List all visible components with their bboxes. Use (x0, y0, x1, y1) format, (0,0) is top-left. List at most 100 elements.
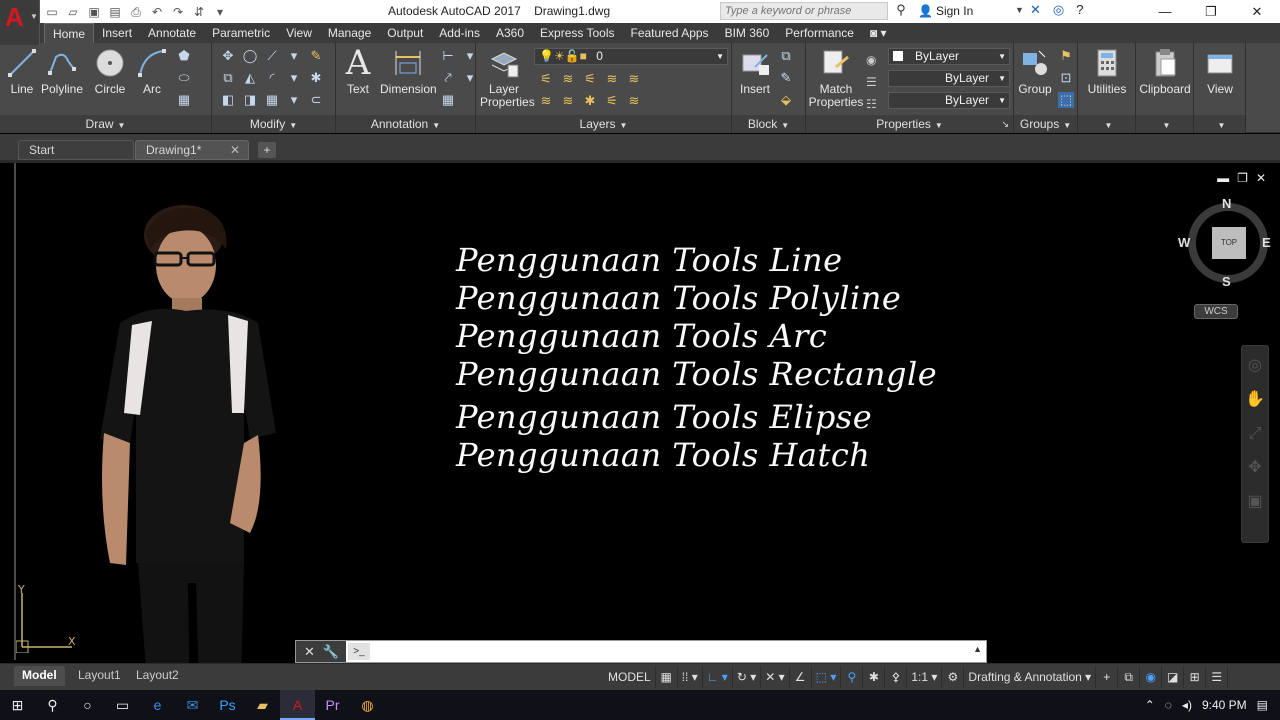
tab-annotate[interactable]: Annotate (140, 23, 204, 43)
utilities-button[interactable]: Utilities (1080, 47, 1134, 96)
tab-home[interactable]: Home (44, 23, 95, 43)
polar-icon[interactable]: ↻ ▾ (733, 666, 762, 688)
wrench-icon[interactable]: 🔧 (323, 644, 339, 660)
trim-icon[interactable]: ⟋ (264, 48, 280, 64)
volume-icon[interactable]: ◂) (1182, 698, 1192, 712)
dropdown-icon[interactable]: ▾ (286, 92, 302, 108)
ribbon-options-icon[interactable]: ◙ ▾ (862, 23, 895, 43)
minimize-icon[interactable]: ▬ (1217, 171, 1229, 185)
osnap-icon[interactable]: ✕ ▾ (761, 666, 790, 688)
match-properties-button[interactable]: Match Properties (808, 47, 864, 109)
sign-in-button[interactable]: 👤 Sign In (918, 4, 973, 18)
layer-tool-icon[interactable]: ✱ (582, 93, 598, 109)
file-tab-drawing[interactable]: Drawing1* ✕ (135, 140, 249, 160)
ungroup-icon[interactable]: ⚑ (1058, 48, 1074, 64)
tab-add-ins[interactable]: Add-ins (431, 23, 488, 43)
cortana-icon[interactable]: ○ (70, 690, 105, 720)
group-edit-icon[interactable]: ⊡ (1058, 70, 1074, 86)
array-icon[interactable]: ▦ (264, 92, 280, 108)
units-icon[interactable]: ⧉ (1118, 666, 1141, 688)
close-icon[interactable]: ✕ (1256, 171, 1266, 185)
table-icon[interactable]: ▦ (440, 92, 456, 108)
dropdown-icon[interactable]: ▾ (286, 70, 302, 86)
tab-view[interactable]: View (278, 23, 320, 43)
customize-dropdown-icon[interactable]: ▾ (212, 4, 228, 20)
table-icon[interactable]: ▦ (176, 92, 192, 108)
panel-title-clipboard[interactable]: ▼ (1136, 115, 1193, 133)
clock[interactable]: 9:40 PM (1202, 698, 1247, 712)
color-dropdown[interactable]: ByLayer ▼ (888, 48, 1010, 65)
tab-parametric[interactable]: Parametric (204, 23, 278, 43)
panel-title-view[interactable]: ▼ (1194, 115, 1245, 133)
line-button[interactable]: Line (6, 47, 38, 96)
isolate-objects-icon[interactable]: ◉ (1140, 666, 1163, 688)
drawing-text-line[interactable]: Penggunaan Tools Elipse (456, 398, 937, 436)
dropdown-icon[interactable]: ▾ (286, 48, 302, 64)
tab-bim-360[interactable]: BIM 360 (717, 23, 778, 43)
panel-title-annotation[interactable]: Annotation ▼ (336, 115, 475, 133)
layer-tool-icon[interactable]: ≋ (626, 71, 642, 87)
panel-title-properties[interactable]: Properties ▼ ↘ (806, 115, 1013, 133)
file-tab-start[interactable]: Start (18, 140, 134, 160)
group-select-icon[interactable]: ⬚ (1058, 92, 1074, 108)
binoculars-icon[interactable]: ⚲ (892, 2, 910, 20)
layer-tool-icon[interactable]: ⚟ (538, 71, 554, 87)
panel-title-groups[interactable]: Groups ▼ (1014, 115, 1077, 133)
task-view-icon[interactable]: ▭ (105, 690, 140, 720)
close-icon[interactable]: ✕ (230, 141, 240, 159)
annotation-scale-icon[interactable]: ✱ (863, 666, 886, 688)
redo-icon[interactable]: ↷ (170, 4, 186, 20)
offset-icon[interactable]: ⊂ (308, 92, 324, 108)
group-button[interactable]: Group (1016, 47, 1054, 96)
viewcube[interactable]: TOP N S E W (1176, 193, 1276, 293)
tab-layout2[interactable]: Layout2 (128, 666, 187, 686)
snap-icon[interactable]: ⁞⁞ ▾ (678, 666, 703, 688)
new-icon[interactable]: ▭ (44, 4, 60, 20)
photoshop-icon[interactable]: Ps (210, 690, 245, 720)
chrome-icon[interactable]: ◍ (350, 690, 385, 720)
panel-title-modify[interactable]: Modify ▼ (212, 115, 335, 133)
tab-express-tools[interactable]: Express Tools (532, 23, 622, 43)
autocad-taskbar-icon[interactable]: A (280, 690, 315, 720)
ortho-icon[interactable]: ∟ ▾ (703, 666, 733, 688)
help-icon[interactable]: ? (1076, 2, 1083, 18)
attribute-icon[interactable]: ⬙ (778, 92, 794, 108)
autodesk-360-icon[interactable]: ◎ (1053, 2, 1064, 18)
save-icon[interactable]: ▣ (86, 4, 102, 20)
grid-icon[interactable]: ▦ (656, 666, 678, 688)
model-space-toggle[interactable]: MODEL (604, 666, 656, 688)
customization-icon[interactable]: ☰ (1206, 666, 1229, 688)
open-icon[interactable]: ▱ (65, 4, 81, 20)
annotation-scale-dropdown[interactable]: 1:1 ▾ (907, 666, 943, 688)
layer-tool-icon[interactable]: ⚟ (604, 93, 620, 109)
clean-screen-icon[interactable]: ⊞ (1184, 666, 1207, 688)
premiere-icon[interactable]: Pr (315, 690, 350, 720)
drawing-text-line[interactable]: Penggunaan Tools Polyline (456, 279, 937, 317)
rectangle-icon[interactable]: ⬟ (176, 48, 192, 64)
move-icon[interactable]: ✥ (220, 48, 236, 64)
tab-insert[interactable]: Insert (94, 23, 140, 43)
plus-icon[interactable]: + (1096, 666, 1119, 688)
arc-button[interactable]: Arc (136, 47, 168, 96)
layer-tool-icon[interactable]: ⚟ (582, 71, 598, 87)
layer-tool-icon[interactable]: ≋ (560, 71, 576, 87)
search-input[interactable] (720, 2, 888, 20)
edge-icon[interactable]: e (140, 690, 175, 720)
tab-featured-apps[interactable]: Featured Apps (623, 23, 717, 43)
notifications-icon[interactable]: ▤ (1257, 698, 1268, 712)
exchange-icon[interactable]: ✕ (1030, 2, 1041, 18)
create-block-icon[interactable]: ⧉ (778, 48, 794, 64)
drawing-text-line[interactable]: Penggunaan Tools Hatch (456, 436, 937, 474)
view-button[interactable]: View (1196, 47, 1244, 96)
command-prompt-icon[interactable]: >_ (348, 643, 370, 660)
tab-layout1[interactable]: Layout1 (70, 666, 129, 686)
chevron-down-icon[interactable]: ▼ (1015, 5, 1024, 15)
close-icon[interactable]: ✕ (1234, 0, 1280, 23)
showmotion-icon[interactable]: ▣ (1242, 488, 1268, 516)
panel-title-utilities[interactable]: ▼ (1078, 115, 1135, 133)
dialog-launcher-icon[interactable]: ↘ (1001, 115, 1009, 133)
restore-icon[interactable]: ❐ (1237, 171, 1248, 185)
linear-dim-icon[interactable]: ⊢ (440, 48, 456, 64)
mail-icon[interactable]: ✉ (175, 690, 210, 720)
tab-a360[interactable]: A360 (488, 23, 532, 43)
